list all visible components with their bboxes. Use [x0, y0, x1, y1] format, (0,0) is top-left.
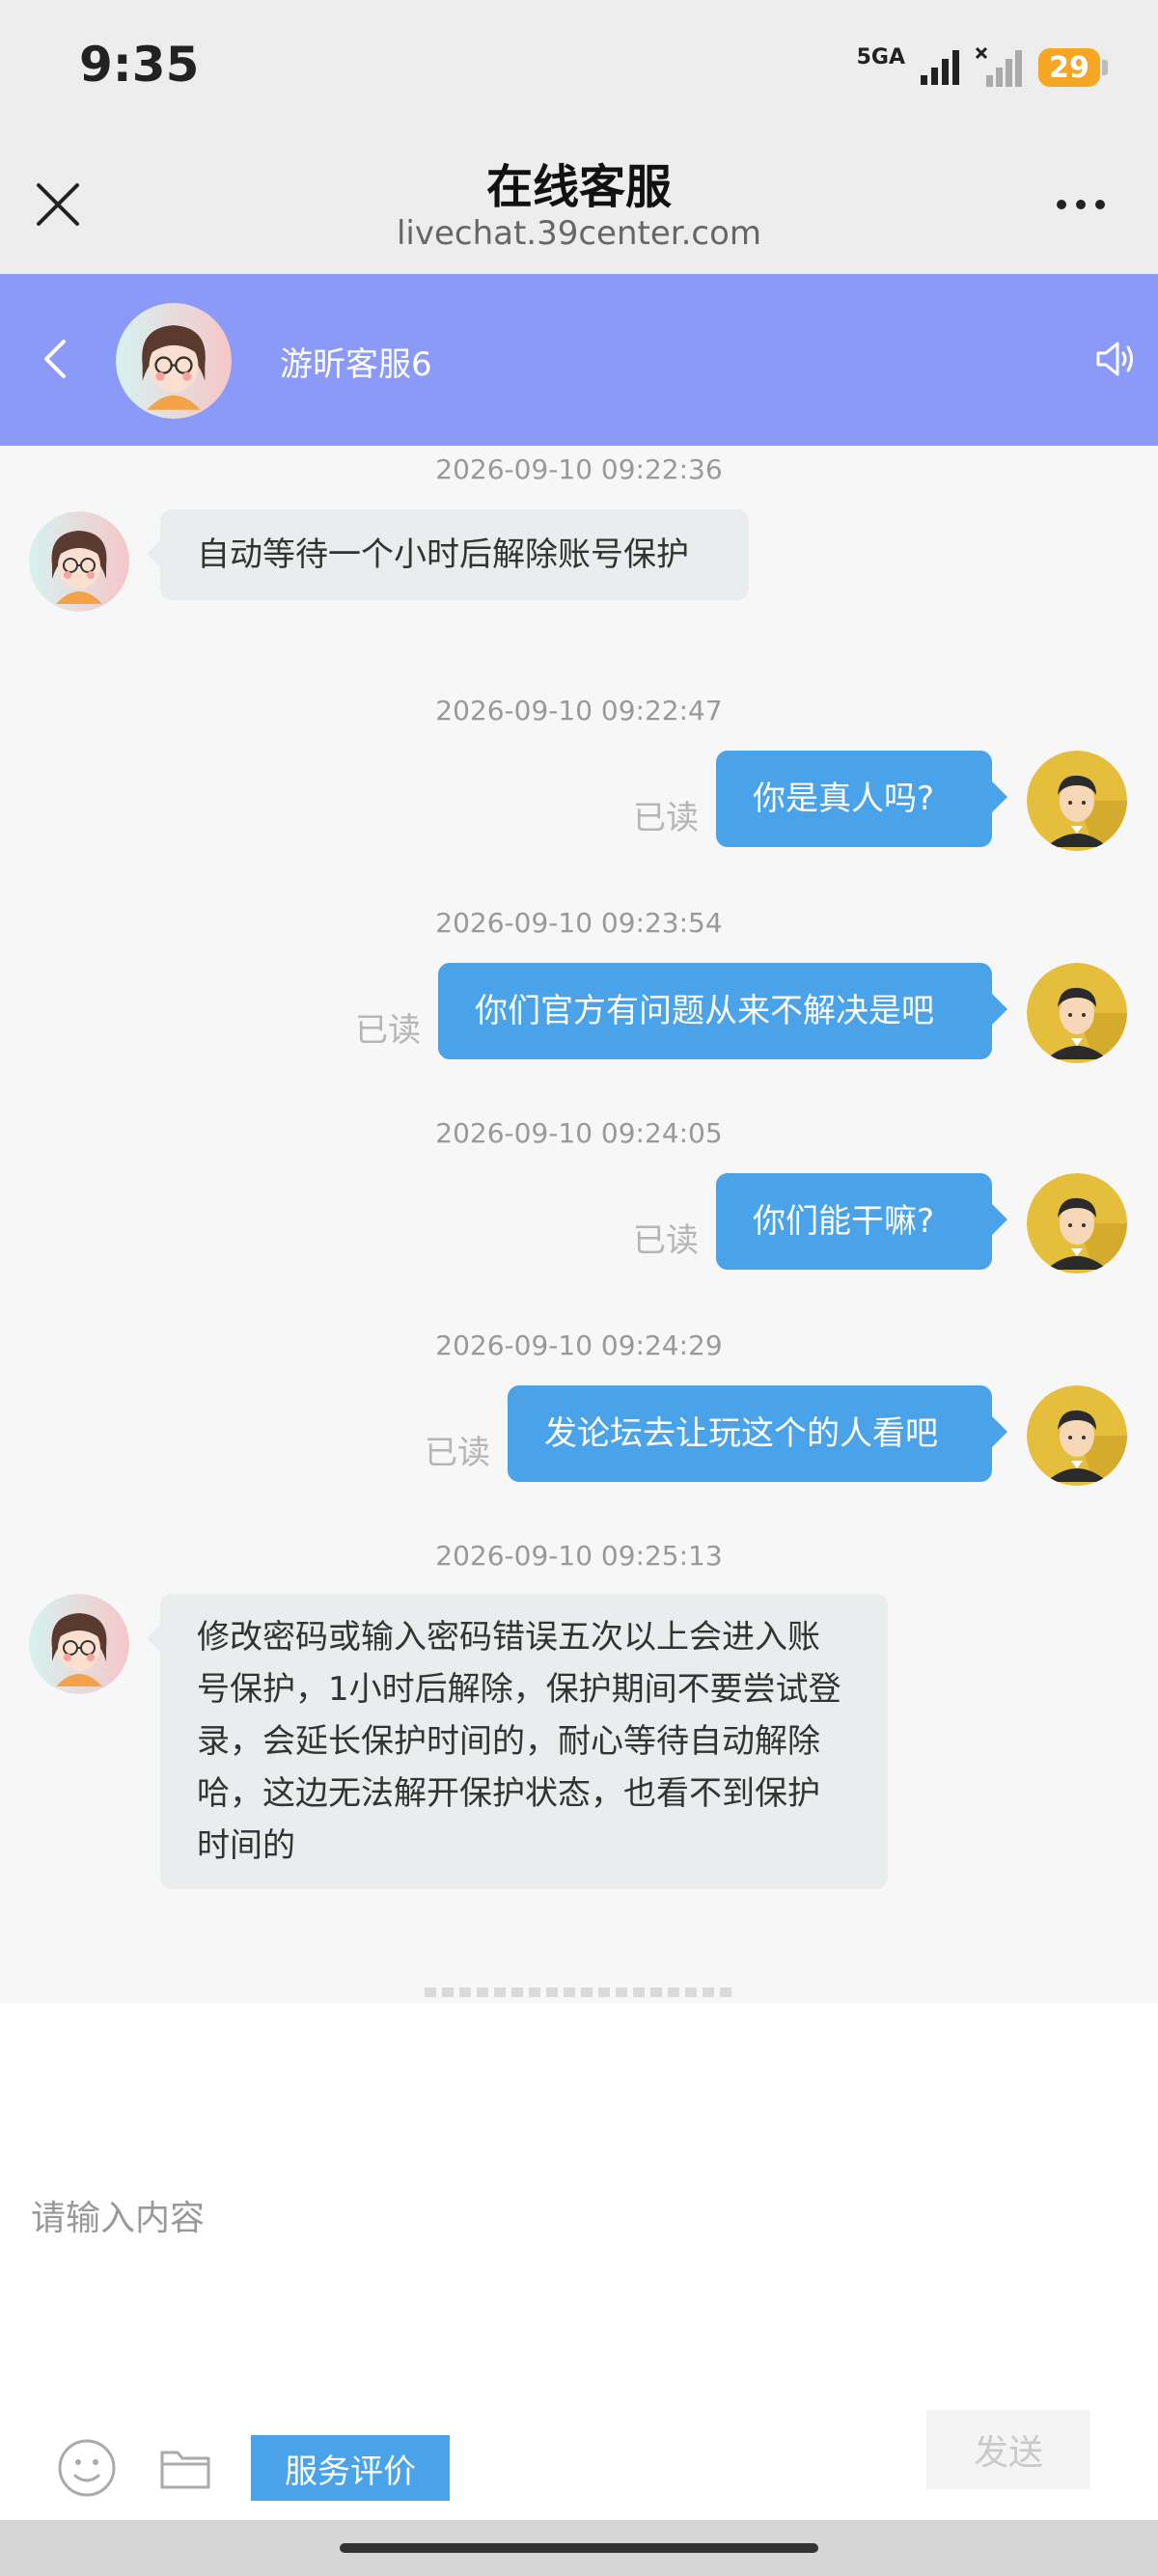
- more-dot: [1095, 200, 1105, 209]
- message-timestamp: 2026-09-10 09:25:13: [435, 1540, 723, 1572]
- network-type: 5GA: [856, 45, 905, 69]
- signal-icon: [921, 50, 959, 85]
- emoji-icon[interactable]: [56, 2437, 118, 2499]
- user-message: 你是真人吗?: [716, 751, 1007, 847]
- agent-message: 自动等待一个小时后解除账号保护: [147, 509, 749, 600]
- signal-no-service-icon: [975, 46, 1022, 87]
- read-status: 已读: [425, 1434, 490, 1472]
- more-dot: [1076, 200, 1086, 209]
- more-icon[interactable]: [1042, 181, 1119, 228]
- message-timestamp: 2026-09-10 09:22:47: [435, 695, 723, 726]
- home-indicator[interactable]: [340, 2543, 818, 2553]
- page-url: livechat.39center.com: [396, 214, 762, 253]
- back-arrow-icon[interactable]: [35, 338, 77, 380]
- battery-icon: 29: [1038, 48, 1108, 87]
- status-time: 9:35: [79, 37, 200, 93]
- user-avatar: [1027, 1173, 1127, 1274]
- input-area: 服务评价 发送: [0, 2003, 1158, 2520]
- user-avatar: [1027, 751, 1127, 851]
- user-message: 你们官方有问题从来不解决是吧: [438, 963, 1007, 1059]
- user-message: 发论坛去让玩这个的人看吧: [508, 1385, 1007, 1482]
- folder-icon[interactable]: [158, 2441, 212, 2495]
- status-icons: 5GA 29: [856, 41, 1108, 95]
- agent-avatar: [29, 511, 129, 612]
- message-input[interactable]: [0, 2003, 1158, 2389]
- user-message: 你们能干嘛?: [716, 1173, 1007, 1270]
- message-timestamp: 2026-09-10 09:24:29: [435, 1329, 723, 1361]
- service-rating-button[interactable]: 服务评价: [251, 2435, 450, 2501]
- send-button[interactable]: 发送: [926, 2410, 1090, 2489]
- browser-header: 在线客服 livechat.39center.com: [0, 135, 1158, 274]
- message-timestamp-partial: [425, 1987, 733, 2003]
- read-status: 已读: [633, 799, 699, 837]
- agent-name: 游昕客服6: [280, 345, 432, 384]
- message-list[interactable]: 2026-09-10 09:22:36 自动等待一个小时后解除账号保护 2026…: [0, 446, 1158, 2003]
- more-dot: [1057, 200, 1066, 209]
- read-status: 已读: [355, 1011, 421, 1050]
- read-status: 已读: [633, 1221, 699, 1260]
- message-timestamp: 2026-09-10 09:23:54: [435, 907, 723, 939]
- agent-avatar: [29, 1594, 129, 1694]
- agent-message: 修改密码或输入密码错误五次以上会进入账号保护，1小时后解除，保护期间不要尝试登录…: [147, 1594, 888, 1889]
- user-avatar: [1027, 963, 1127, 1063]
- message-timestamp: 2026-09-10 09:22:36: [435, 453, 723, 485]
- speaker-icon[interactable]: [1092, 336, 1139, 382]
- status-bar: 9:35 5GA 29: [0, 0, 1158, 135]
- chat-header: 游昕客服6: [0, 274, 1158, 446]
- agent-avatar: [116, 303, 232, 419]
- message-timestamp: 2026-09-10 09:24:05: [435, 1117, 723, 1149]
- navigation-bar: [0, 2520, 1158, 2576]
- user-avatar: [1027, 1385, 1127, 1486]
- page-title: 在线客服: [485, 160, 672, 214]
